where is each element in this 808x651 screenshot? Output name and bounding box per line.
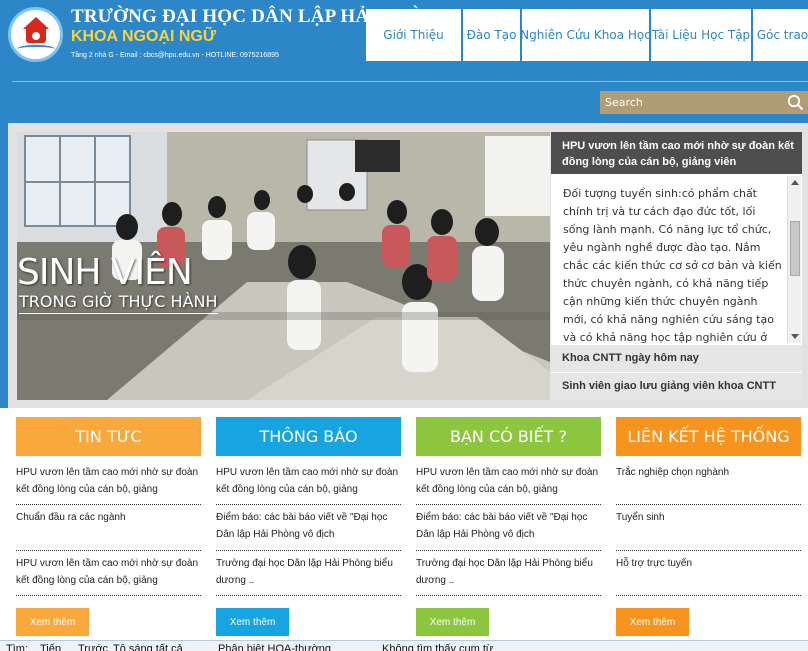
browser-find-bar: Tìm: Tiếp Trước Tô sáng tất cả Phân biệt… xyxy=(0,640,808,651)
find-label: Tìm: xyxy=(6,643,28,651)
featured-text: Đối tượng tuyển sinh:có phẩm chất chính … xyxy=(563,187,782,344)
see-more-button[interactable]: Xem thêm xyxy=(416,608,489,636)
match-case-checkbox[interactable]: Phân biệt HOA-thường xyxy=(218,643,331,651)
column-thong-bao: THÔNG BÁO HPU vươn lên tầm cao mới nhờ s… xyxy=(216,417,401,636)
scroll-thumb[interactable] xyxy=(790,221,800,276)
find-status-text: Không tìm thấy cụm từ xyxy=(382,643,494,651)
see-more-button[interactable]: Xem thêm xyxy=(16,608,89,636)
featured-scrollbar[interactable] xyxy=(787,176,801,343)
slide-title: SINH VIÊN xyxy=(17,252,193,293)
contact-info: Tầng 2 nhà G - Email : cbcs@hpu.edu.vn -… xyxy=(71,52,279,59)
list-item[interactable]: Trắc nghiệp chọn nghành xyxy=(616,460,801,505)
see-more-button[interactable]: Xem thêm xyxy=(616,608,689,636)
column-header: TIN TỨC xyxy=(16,417,201,456)
list-item[interactable]: HPU vươn lên tầm cao mới nhờ sự đoàn kết… xyxy=(16,551,201,596)
faculty-name: KHOA NGOẠI NGỮ xyxy=(71,28,217,45)
list-item[interactable]: Trường đại học Dân lập Hải Phòng biểu dư… xyxy=(416,551,601,596)
featured-body: Đối tượng tuyển sinh:có phẩm chất chính … xyxy=(551,174,802,345)
list-item[interactable]: Chuẩn đầu ra các ngành xyxy=(16,505,201,551)
university-logo[interactable] xyxy=(8,7,63,62)
list-item[interactable]: HPU vươn lên tầm cao mới nhờ sự đoàn kết… xyxy=(16,460,201,505)
see-more-button[interactable]: Xem thêm xyxy=(216,608,289,636)
column-list: HPU vươn lên tầm cao mới nhờ sự đoàn kết… xyxy=(216,460,401,596)
nav-item-tai-lieu[interactable]: Tài Liệu Học Tập xyxy=(651,9,751,61)
site-header: TRƯỜNG ĐẠI HỌC DÂN LẬP HẢI PHÒNG KHOA NG… xyxy=(0,0,808,84)
scroll-up-arrow-icon[interactable] xyxy=(791,180,799,185)
highlight-all-button[interactable]: Tô sáng tất cả xyxy=(113,643,183,651)
search-box xyxy=(600,91,808,114)
search-input[interactable] xyxy=(600,91,786,114)
logo-house-shape xyxy=(26,29,46,43)
nav-item-goc-trao-doi[interactable]: Góc trao đổi xyxy=(753,9,808,61)
list-item[interactable]: HPU vươn lên tầm cao mới nhờ sự đoàn kết… xyxy=(416,460,601,505)
list-item[interactable]: Tuyển sinh xyxy=(616,505,801,551)
featured-item[interactable]: Khoa CNTT ngày hôm nay xyxy=(551,344,802,372)
list-item[interactable]: HPU vươn lên tầm cao mới nhờ sự đoàn kết… xyxy=(216,460,401,505)
featured-headline[interactable]: HPU vươn lên tầm cao mới nhờ sự đoàn kết… xyxy=(551,132,802,174)
column-list: Trắc nghiệp chọn nghành Tuyển sinh Hỗ tr… xyxy=(616,460,801,596)
search-icon[interactable] xyxy=(787,94,804,111)
scroll-down-arrow-icon[interactable] xyxy=(791,334,799,339)
nav-item-dao-tao[interactable]: Đào Tạo xyxy=(463,9,520,61)
list-item[interactable]: Điểm báo: các bài báo viết về "Đại học D… xyxy=(416,505,601,551)
column-list: HPU vươn lên tầm cao mới nhờ sự đoàn kết… xyxy=(416,460,601,596)
nav-item-nghien-cuu[interactable]: Nghiên Cứu Khoa Học xyxy=(520,9,651,61)
column-list: HPU vươn lên tầm cao mới nhờ sự đoàn kết… xyxy=(16,460,201,596)
column-header: THÔNG BÁO xyxy=(216,417,401,456)
header-divider xyxy=(12,81,808,82)
nav-item-gioi-thieu[interactable]: Giới Thiệu xyxy=(366,9,461,61)
column-header: LIÊN KẾT HỆ THỐNG xyxy=(616,417,801,456)
column-lien-ket: LIÊN KẾT HỆ THỐNG Trắc nghiệp chọn nghàn… xyxy=(616,417,801,636)
logo-roof-shape xyxy=(23,17,49,29)
list-item[interactable]: Điểm báo: các bài báo viết về "Đại học D… xyxy=(216,505,401,551)
find-prev-button[interactable]: Trước xyxy=(78,643,108,651)
column-header: BẠN CÓ BIẾT ? xyxy=(416,417,601,456)
logo-ring-shape xyxy=(17,45,55,53)
list-item[interactable]: Hỗ trợ trực tuyến xyxy=(616,551,801,596)
column-tin-tuc: TIN TỨC HPU vươn lên tầm cao mới nhờ sự … xyxy=(16,417,201,636)
list-item[interactable]: Trường đại học Dân lập Hải Phòng biểu dư… xyxy=(216,551,401,596)
find-next-button[interactable]: Tiếp xyxy=(40,643,61,651)
slide-subtitle: TRONG GIỜ THỰC HÀNH xyxy=(19,292,218,314)
featured-item[interactable]: Sinh viên giao lưu giảng viên khoa CNTT xyxy=(551,372,802,400)
column-ban-co-biet: BẠN CÓ BIẾT ? HPU vươn lên tầm cao mới n… xyxy=(416,417,601,636)
main-nav: Giới Thiệu Đào Tạo Nghiên Cứu Khoa Học T… xyxy=(366,9,808,61)
